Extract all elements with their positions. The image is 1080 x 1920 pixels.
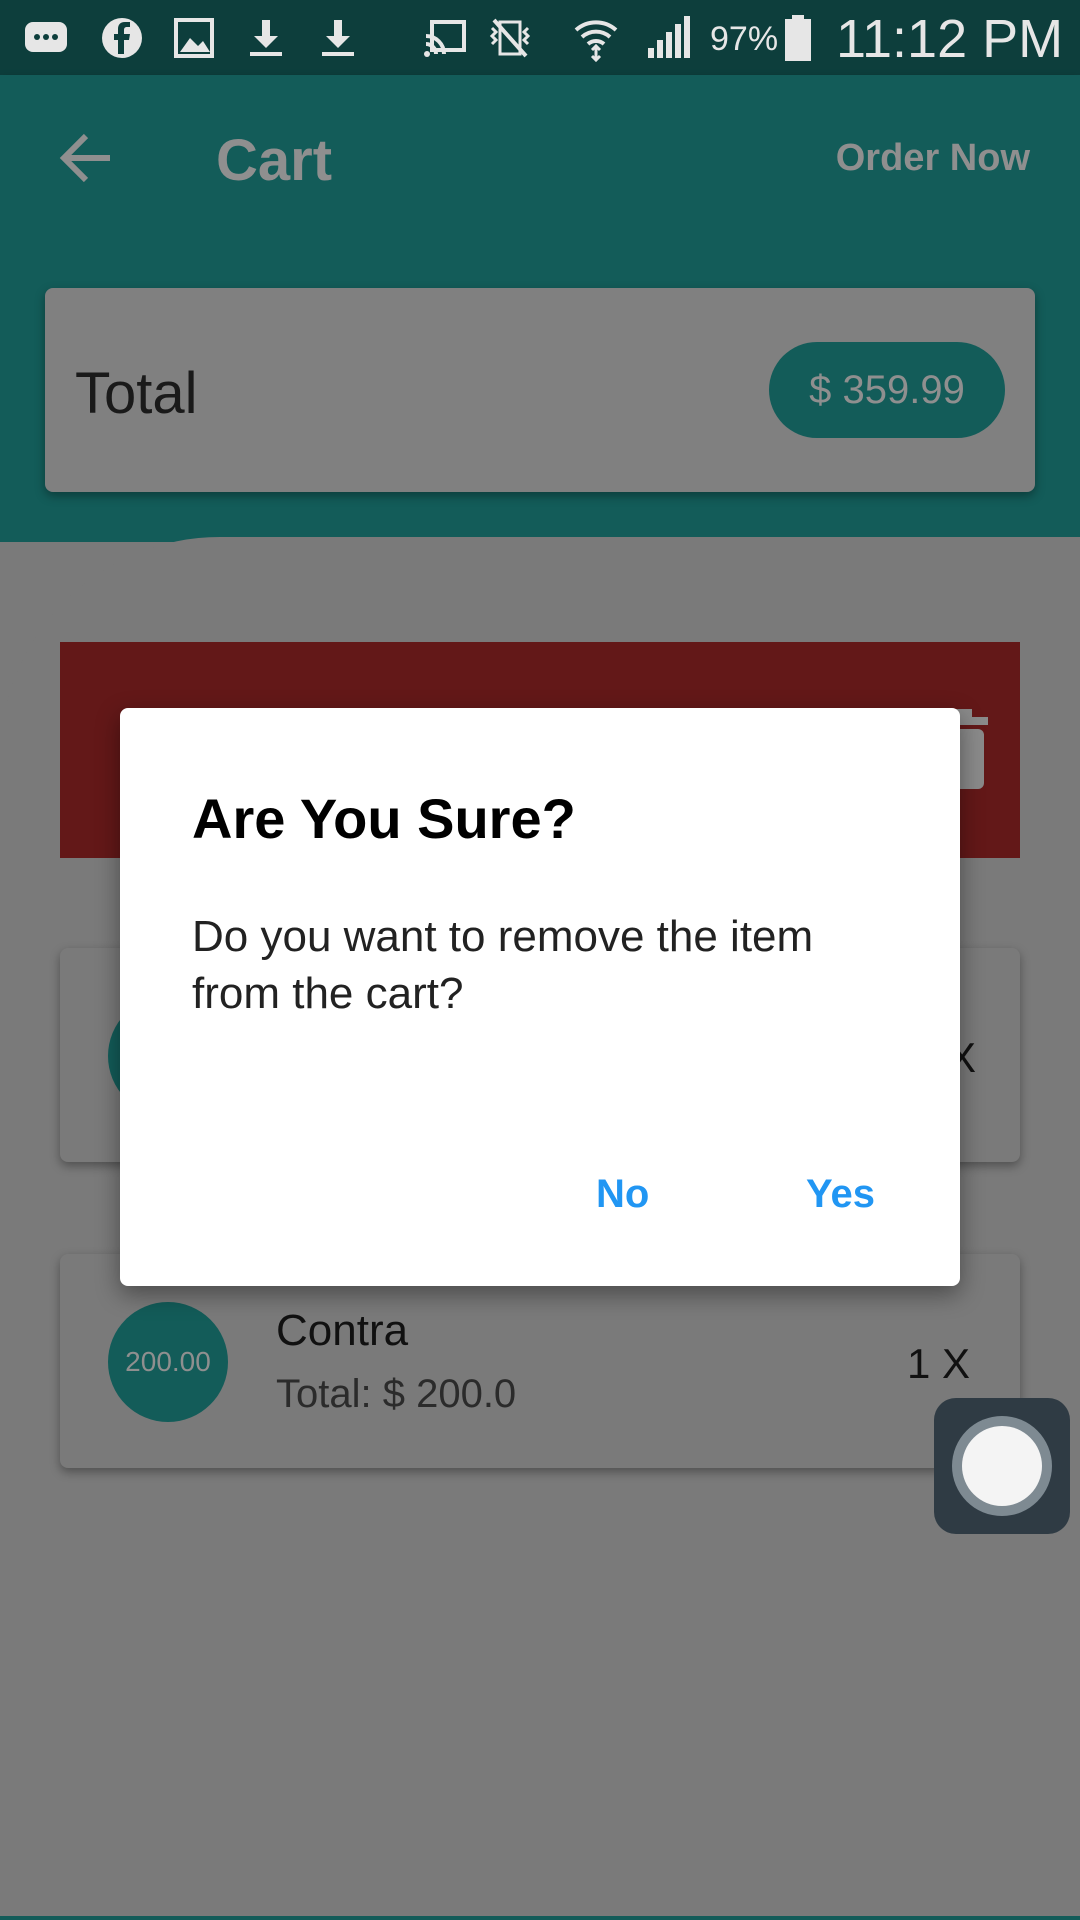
signal-icon <box>648 16 690 58</box>
download-icon <box>250 20 282 56</box>
dialog-message: Do you want to remove the item from the … <box>192 912 814 1018</box>
bottom-divider <box>0 1916 1080 1920</box>
image-icon <box>174 18 214 58</box>
confirm-dialog: Are You Sure? Do you want to remove the … <box>120 708 960 1286</box>
download-icon <box>322 20 354 56</box>
item-quantity: 1 X <box>906 1340 970 1387</box>
cart-item[interactable]: 200.00 Contra Total: $ 200.0 1 X <box>60 1254 1020 1468</box>
vibrate-off-icon <box>489 18 531 58</box>
assistive-touch-core <box>962 1426 1042 1506</box>
total-card: Total $ 359.99 <box>45 288 1035 492</box>
assistive-touch-button[interactable] <box>934 1398 1070 1534</box>
status-bar: 97% 11:12 PM <box>0 0 1080 75</box>
item-total: Total: $ 200.0 <box>276 1372 517 1416</box>
cast-icon <box>424 20 466 57</box>
battery-icon <box>785 15 811 61</box>
yes-button[interactable]: Yes <box>792 1164 889 1225</box>
wifi-icon <box>574 20 618 62</box>
dialog-title: Are You Sure? <box>192 787 576 850</box>
no-button[interactable]: No <box>582 1164 663 1225</box>
app-bar: Cart Order Now <box>0 75 1080 242</box>
clock: 11:12 PM <box>836 9 1064 69</box>
total-amount-chip: $ 359.99 <box>769 342 1005 438</box>
item-name: Contra <box>276 1306 409 1355</box>
battery-percent: 97% <box>710 20 779 58</box>
item-price-avatar: 200.00 <box>108 1302 228 1422</box>
total-label: Total <box>75 361 198 426</box>
facebook-icon <box>102 18 142 58</box>
message-icon <box>25 22 67 52</box>
order-now-button[interactable]: Order Now <box>836 137 1030 180</box>
page-title: Cart <box>216 128 333 193</box>
arrow-back-icon[interactable] <box>58 130 114 186</box>
